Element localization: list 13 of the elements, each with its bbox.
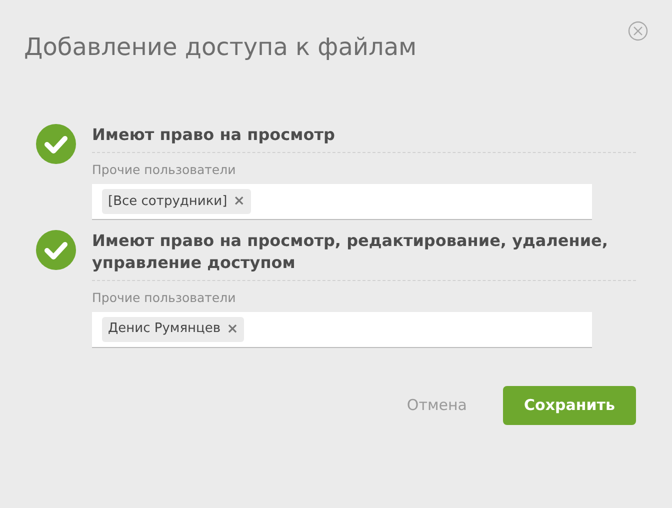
tag-label: Денис Румянцев [108, 320, 221, 338]
remove-icon[interactable]: × [233, 190, 245, 212]
field-label: Прочие пользователи [92, 161, 237, 179]
section-heading: Имеют право на просмотр, редактирование, удаление, управление доступом [92, 230, 636, 281]
tag-label: [Все сотрудники] [108, 192, 228, 210]
users-field[interactable]: [Все сотрудники] × [92, 184, 592, 220]
users-field[interactable]: Денис Румянцев × [92, 312, 592, 348]
remove-icon[interactable]: × [226, 318, 238, 340]
dialog-title: Добавление доступа к файлам [24, 32, 418, 63]
save-button[interactable]: Сохранить [503, 386, 636, 424]
cancel-button[interactable]: Отмена [406, 394, 467, 416]
section-heading: Имеют право на просмотр [92, 124, 636, 153]
field-label: Прочие пользователи [92, 288, 237, 307]
